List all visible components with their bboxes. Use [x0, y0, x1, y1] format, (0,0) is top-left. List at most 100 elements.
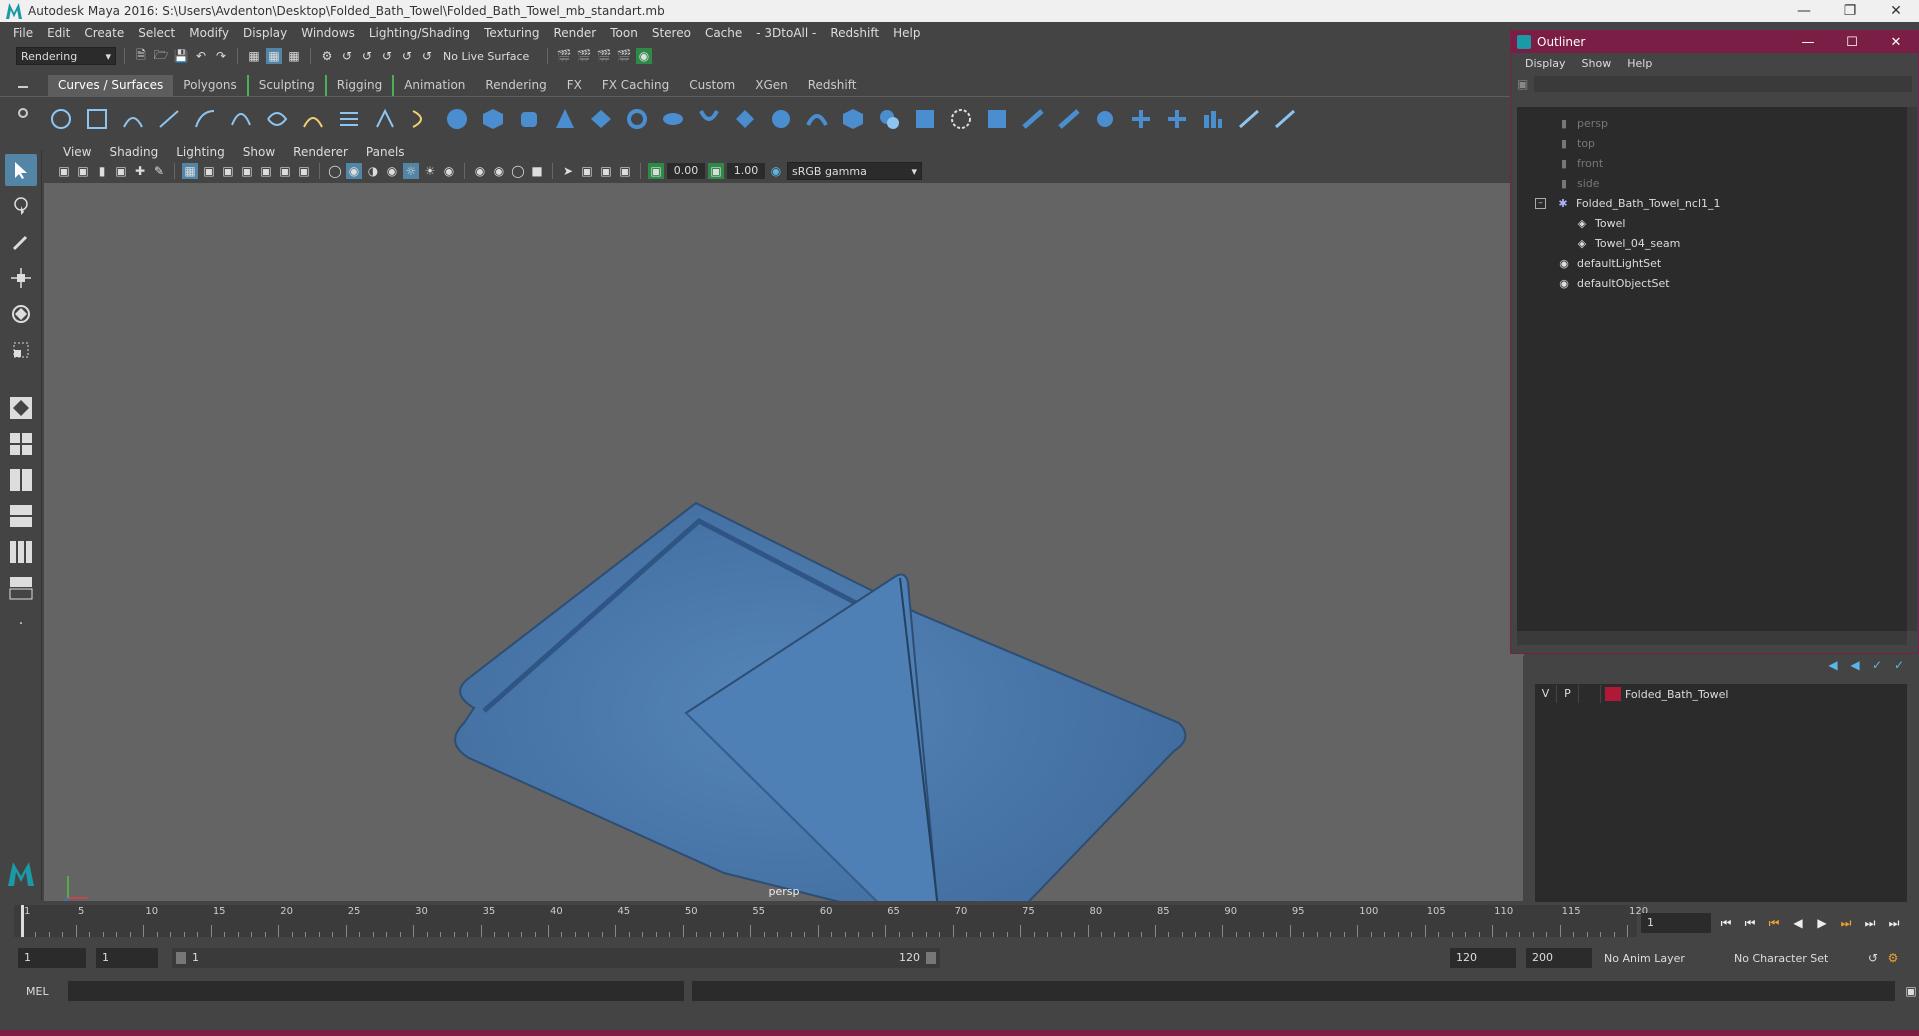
camera-select-icon[interactable]: ▣	[56, 163, 72, 179]
textured-icon[interactable]: ◉	[384, 163, 400, 179]
menu-cache[interactable]: Cache	[698, 26, 749, 40]
tab-rigging[interactable]: Rigging	[324, 75, 395, 96]
exposure-field[interactable]: 0.00	[667, 163, 705, 179]
animation-start-field[interactable]: 1	[18, 948, 86, 968]
menu-modify[interactable]: Modify	[182, 26, 236, 40]
live-surface-field[interactable]: No Live Surface	[439, 47, 539, 65]
ambient-occlusion-icon[interactable]: ◉	[441, 163, 457, 179]
nurbs-tool-icon[interactable]	[660, 106, 686, 132]
outliner-search-input[interactable]	[1534, 76, 1912, 92]
auto-key-icon[interactable]: ↺	[1865, 950, 1881, 966]
layer-color-swatch[interactable]	[1605, 687, 1621, 701]
extrude-curve-icon[interactable]	[372, 106, 398, 132]
script-language-label[interactable]: MEL	[26, 985, 62, 998]
outliner-horizontal-scrollbar[interactable]	[1517, 631, 1907, 645]
tab-curves-surfaces[interactable]: Curves / Surfaces	[48, 75, 174, 96]
play-forward-icon[interactable]: ▶	[1813, 916, 1831, 930]
move-layer-up-icon[interactable]: ◀	[1825, 657, 1841, 673]
menu-render[interactable]: Render	[547, 26, 604, 40]
loft-icon[interactable]	[336, 106, 362, 132]
animation-end-field[interactable]: 200	[1526, 948, 1592, 968]
playback-start-field[interactable]: 1	[96, 948, 158, 968]
resolution-gate-icon[interactable]: ▣	[220, 163, 236, 179]
layout-four-button[interactable]	[5, 428, 37, 460]
tab-sculpting[interactable]: Sculpting	[246, 75, 325, 96]
exposure-icon[interactable]: ▣	[648, 163, 664, 179]
layer-playback-toggle[interactable]: P	[1557, 685, 1579, 703]
camera-attributes-icon[interactable]: ▣	[75, 163, 91, 179]
close-icon[interactable]: ✕	[1873, 3, 1919, 19]
nurbs-circle-icon[interactable]	[48, 106, 74, 132]
tab-rendering[interactable]: Rendering	[475, 75, 556, 96]
restore-icon[interactable]: ❐	[1827, 3, 1873, 19]
surface-edit-icon[interactable]	[696, 106, 722, 132]
snap-point-icon[interactable]: ↺	[359, 48, 375, 64]
outliner-item-top[interactable]: ▮ top	[1557, 133, 1595, 153]
backface-icon[interactable]: ■	[529, 163, 545, 179]
select-hierarchy-icon[interactable]: ▦	[246, 48, 262, 64]
redo-icon[interactable]: ↷	[213, 48, 229, 64]
step-back-frame-icon[interactable]: ⏮	[1765, 916, 1783, 931]
range-slider[interactable]: 1 120	[172, 948, 940, 968]
tab-xgen[interactable]: XGen	[745, 75, 798, 96]
menu-display[interactable]: Display	[236, 26, 294, 40]
paint-select-tool[interactable]	[5, 226, 37, 258]
render-frame-icon[interactable]: 🎬	[576, 48, 592, 64]
current-time-indicator[interactable]	[21, 905, 24, 937]
hypershade-icon[interactable]: ◉	[636, 48, 652, 64]
isolate-select-icon[interactable]: ➤	[560, 163, 576, 179]
menu-3dtoall[interactable]: - 3DtoAll -	[749, 26, 823, 40]
script-editor-icon[interactable]: ▣	[1903, 983, 1919, 999]
select-tool[interactable]	[5, 154, 37, 186]
snap-curve-icon[interactable]: ↺	[339, 48, 355, 64]
sculpt-icon[interactable]	[1092, 106, 1118, 132]
attach-surface-icon[interactable]	[732, 106, 758, 132]
cylinder-icon[interactable]	[516, 106, 542, 132]
fillet-icon[interactable]	[876, 106, 902, 132]
2d-pan-icon[interactable]: ✚	[132, 163, 148, 179]
layout-graph-button[interactable]	[5, 572, 37, 604]
menu-redshift[interactable]: Redshift	[823, 26, 886, 40]
safe-action-icon[interactable]: ▣	[277, 163, 293, 179]
menu-help[interactable]: Help	[886, 26, 927, 40]
tab-animation[interactable]: Animation	[394, 75, 475, 96]
menu-toon[interactable]: Toon	[603, 26, 645, 40]
minimize-icon[interactable]: —	[1786, 35, 1830, 50]
outliner-item-persp[interactable]: ▮ persp	[1557, 113, 1608, 133]
layout-single-button[interactable]	[5, 392, 37, 424]
menu-windows[interactable]: Windows	[294, 26, 362, 40]
grease-pencil-icon[interactable]: ✎	[151, 163, 167, 179]
brush-icon[interactable]	[1272, 106, 1298, 132]
new-layer-icon[interactable]: ✓	[1869, 657, 1885, 673]
outliner-item-towel[interactable]: ◈ Towel	[1575, 213, 1626, 233]
gamma-icon[interactable]: ▣	[708, 163, 724, 179]
menu-texturing[interactable]: Texturing	[477, 26, 546, 40]
align-surface-icon[interactable]	[804, 106, 830, 132]
tab-fx-caching[interactable]: FX Caching	[592, 75, 679, 96]
frame-all-icon[interactable]: ▣	[579, 163, 595, 179]
character-set-dropdown[interactable]: No Character Set	[1734, 952, 1859, 965]
playback-end-field[interactable]: 120	[1450, 948, 1516, 968]
xray-active-icon[interactable]: ◉	[491, 163, 507, 179]
pencil-curve-icon[interactable]	[192, 106, 218, 132]
undo-icon[interactable]: ↶	[193, 48, 209, 64]
outliner-item-folded-bath-towel-group[interactable]: – ✱ Folded_Bath_Towel_ncl1_1	[1535, 193, 1721, 213]
outliner-menu-display[interactable]: Display	[1517, 57, 1574, 70]
viewport-menu-show[interactable]: Show	[234, 145, 284, 159]
plane-icon[interactable]	[588, 106, 614, 132]
curve-tool-icon[interactable]	[264, 106, 290, 132]
hud-icon[interactable]: ▣	[617, 163, 633, 179]
color-space-dropdown[interactable]: sRGB gamma ▾	[787, 162, 922, 180]
arc-icon[interactable]	[228, 106, 254, 132]
layer-row[interactable]: V P Folded_Bath_Towel	[1535, 684, 1907, 704]
close-icon[interactable]: ✕	[1874, 35, 1918, 50]
menu-create[interactable]: Create	[77, 26, 131, 40]
open-scene-icon[interactable]: 🗁	[153, 48, 169, 64]
sphere-icon[interactable]	[444, 106, 470, 132]
viewport-3d[interactable]: persp	[44, 183, 1524, 901]
range-start-handle[interactable]	[176, 952, 186, 964]
lasso-tool[interactable]	[5, 190, 37, 222]
shadows-icon[interactable]: ☀	[422, 163, 438, 179]
go-to-end-icon[interactable]: ⏭	[1885, 916, 1903, 931]
collapse-icon[interactable]: –	[1535, 197, 1546, 209]
